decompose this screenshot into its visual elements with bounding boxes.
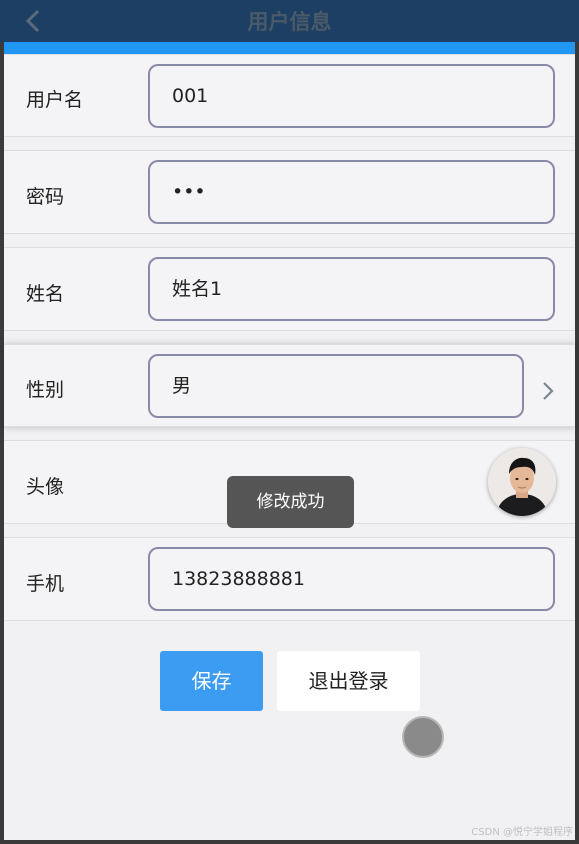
gender-field[interactable]: 男: [148, 354, 524, 418]
page-title: 用户信息: [247, 10, 332, 34]
accent-strip: [4, 42, 575, 54]
avatar-label: 头像: [26, 476, 65, 498]
name-row: 姓名 姓名1: [4, 247, 575, 331]
avatar-photo-icon: [488, 448, 556, 516]
username-row: 用户名 001: [4, 54, 575, 137]
right-border: [575, 42, 579, 844]
chevron-right-icon[interactable]: [540, 379, 556, 403]
name-label: 姓名: [26, 283, 65, 305]
logout-button[interactable]: 退出登录: [277, 651, 420, 711]
gender-label: 性别: [26, 379, 65, 401]
password-label: 密码: [26, 186, 65, 208]
avatar[interactable]: [488, 448, 556, 516]
save-button[interactable]: 保存: [160, 651, 263, 711]
username-label: 用户名: [26, 89, 84, 111]
gender-row[interactable]: 性别 男: [4, 344, 575, 427]
watermark: CSDN @悦宁学姐程序: [471, 827, 573, 838]
name-field[interactable]: 姓名1: [148, 257, 555, 321]
password-row: 密码 •••: [4, 150, 575, 234]
success-toast: 修改成功: [227, 476, 354, 528]
bottom-border: [0, 840, 579, 844]
phone-row: 手机 13823888881: [4, 537, 575, 621]
phone-label: 手机: [26, 573, 65, 595]
touch-indicator: [402, 716, 444, 758]
phone-field[interactable]: 13823888881: [148, 547, 555, 611]
username-field[interactable]: 001: [148, 64, 555, 128]
navbar: 用户信息: [0, 0, 579, 42]
password-field[interactable]: •••: [148, 160, 555, 224]
